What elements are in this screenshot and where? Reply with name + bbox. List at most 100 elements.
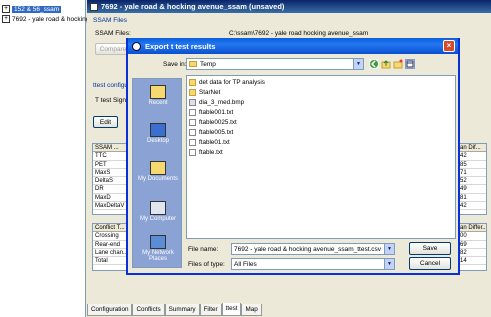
table-cell[interactable]: 14 — [458, 257, 486, 266]
tab-configuration[interactable]: Configuration — [87, 304, 133, 316]
chevron-down-icon[interactable]: ▼ — [384, 259, 394, 269]
table-cell[interactable]: 69 — [458, 241, 486, 249]
save-in-label: Save in: — [163, 61, 187, 68]
tree-item-152-56[interactable]: + 152 & 56_ssam — [2, 4, 62, 14]
new-folder-icon[interactable] — [393, 59, 403, 69]
list-item[interactable]: ftable001.txt — [189, 108, 233, 117]
file-name: ftable001.txt — [199, 109, 234, 116]
edit-button[interactable]: Edit — [93, 116, 118, 128]
place-label: My Computer — [139, 216, 176, 222]
list-item[interactable]: ftable005.txt — [189, 128, 233, 137]
file-type-label: Files of type: — [188, 261, 225, 268]
file-name: StarNet — [199, 89, 221, 96]
list-item[interactable]: StarNet — [189, 88, 220, 97]
ssam-files-header: SSAM Files — [93, 17, 127, 24]
text-file-icon — [189, 129, 196, 136]
app-icon — [90, 2, 98, 11]
file-type-value: All Files — [234, 260, 257, 268]
place-my-documents[interactable]: My Documents — [133, 161, 183, 182]
tab-summary[interactable]: Summary — [164, 304, 200, 316]
project-tree: + 152 & 56_ssam + 7692 - yale road & hoc… — [0, 0, 89, 317]
file-name: ftable005.txt — [199, 129, 234, 136]
bitmap-file-icon — [189, 99, 196, 106]
table-cell[interactable]: 42 — [458, 202, 486, 211]
tree-item-7692[interactable]: + 7692 - yale road & hocking — [2, 14, 89, 24]
mean-diff-grid[interactable]: an Dif... 42 85 71 52 49 81 42 — [457, 143, 487, 215]
text-file-icon — [189, 119, 196, 126]
table-cell[interactable]: 49 — [458, 185, 486, 194]
list-item[interactable]: ftable.txt — [189, 148, 223, 157]
text-file-icon — [189, 139, 196, 146]
file-name: ftable0025.txt — [199, 119, 237, 126]
file-name-input[interactable]: 7692 - yale road & hocking avenue_ssam_t… — [231, 243, 395, 255]
main-title-bar: 7692 - yale road & hocking avenue_ssam (… — [87, 0, 491, 13]
text-file-icon — [189, 109, 196, 116]
dialog-title: Export t test results — [145, 41, 216, 51]
place-my-computer[interactable]: My Computer — [133, 201, 183, 222]
close-icon[interactable]: × — [443, 40, 455, 52]
folder-icon — [189, 89, 196, 96]
my-documents-icon — [150, 161, 166, 175]
folder-icon — [189, 79, 196, 86]
place-label: My Network Places — [142, 250, 174, 262]
expand-icon[interactable]: + — [2, 15, 10, 23]
dialog-app-icon — [132, 41, 141, 51]
ssam-files-value: C:\ssam\7692 - yale road hocking avenue_… — [229, 30, 369, 37]
tab-map[interactable]: Map — [241, 304, 262, 316]
file-name: dia_3_med.bmp — [199, 99, 245, 106]
grid-header[interactable]: an Differ... — [458, 224, 486, 233]
network-places-icon — [150, 235, 166, 249]
save-in-value: Temp — [200, 60, 216, 68]
expand-icon[interactable]: + — [2, 5, 10, 13]
list-item[interactable]: det data for TP analysis — [189, 78, 265, 87]
file-name: ftable01.txt — [199, 139, 230, 146]
up-folder-icon[interactable] — [381, 59, 391, 69]
tab-ttest[interactable]: ttest — [221, 303, 242, 316]
table-cell[interactable]: 85 — [458, 161, 486, 169]
save-in-select[interactable]: Temp ▼ — [186, 58, 364, 70]
list-item[interactable]: ftable01.txt — [189, 138, 230, 147]
table-cell[interactable]: 00 — [458, 232, 486, 241]
place-desktop[interactable]: Desktop — [133, 123, 183, 144]
my-computer-icon — [150, 201, 166, 215]
save-button[interactable]: Save — [409, 242, 451, 255]
grid-header[interactable]: an Dif... — [458, 144, 486, 153]
chevron-down-icon[interactable]: ▼ — [384, 244, 394, 254]
table-cell[interactable]: 82 — [458, 249, 486, 258]
file-name: ftable.txt — [199, 149, 223, 156]
view-menu-icon[interactable] — [405, 59, 415, 69]
tree-item-label: 152 & 56_ssam — [12, 5, 62, 13]
main-title: 7692 - yale road & hocking avenue_ssam (… — [101, 2, 285, 11]
tab-strip: Configuration Conflicts Summary Filter t… — [87, 303, 262, 317]
tab-filter[interactable]: Filter — [199, 304, 222, 316]
file-name-value: 7692 - yale road & hocking avenue_ssam_t… — [234, 245, 382, 253]
ssam-files-label: SSAM Files: — [95, 30, 131, 37]
dialog-title-bar: Export t test results × — [128, 38, 458, 54]
text-file-icon — [189, 149, 196, 156]
folder-icon — [189, 61, 197, 67]
desktop-icon — [150, 123, 166, 137]
recent-folder-icon — [150, 85, 166, 99]
back-icon[interactable] — [369, 59, 379, 69]
places-bar: Recent Desktop My Documents My Computer … — [132, 78, 182, 268]
place-my-network[interactable]: My Network Places — [133, 235, 183, 262]
tab-conflicts[interactable]: Conflicts — [132, 304, 165, 316]
list-item[interactable]: ftable0025.txt — [189, 118, 237, 127]
file-type-select[interactable]: All Files ▼ — [231, 258, 395, 270]
table-cell[interactable]: 71 — [458, 169, 486, 178]
file-name-label: File name: — [188, 246, 219, 253]
cancel-button[interactable]: Cancel — [409, 257, 451, 270]
place-label: Desktop — [146, 138, 169, 144]
conflict-mean-diff-grid[interactable]: an Differ... 00 69 82 14 — [457, 223, 487, 271]
file-name: det data for TP analysis — [199, 79, 265, 86]
list-item[interactable]: dia_3_med.bmp — [189, 98, 244, 107]
place-recent[interactable]: Recent — [133, 85, 183, 106]
tree-item-label: 7692 - yale road & hocking — [12, 15, 90, 23]
table-cell[interactable]: 52 — [458, 177, 486, 186]
ttest-config-label: ttest configu — [93, 82, 129, 89]
table-cell[interactable]: 42 — [458, 152, 486, 161]
table-cell[interactable]: 81 — [458, 194, 486, 203]
chevron-down-icon[interactable]: ▼ — [353, 59, 363, 69]
place-label: Recent — [148, 100, 168, 106]
file-list[interactable]: det data for TP analysis StarNet dia_3_m… — [186, 75, 456, 239]
